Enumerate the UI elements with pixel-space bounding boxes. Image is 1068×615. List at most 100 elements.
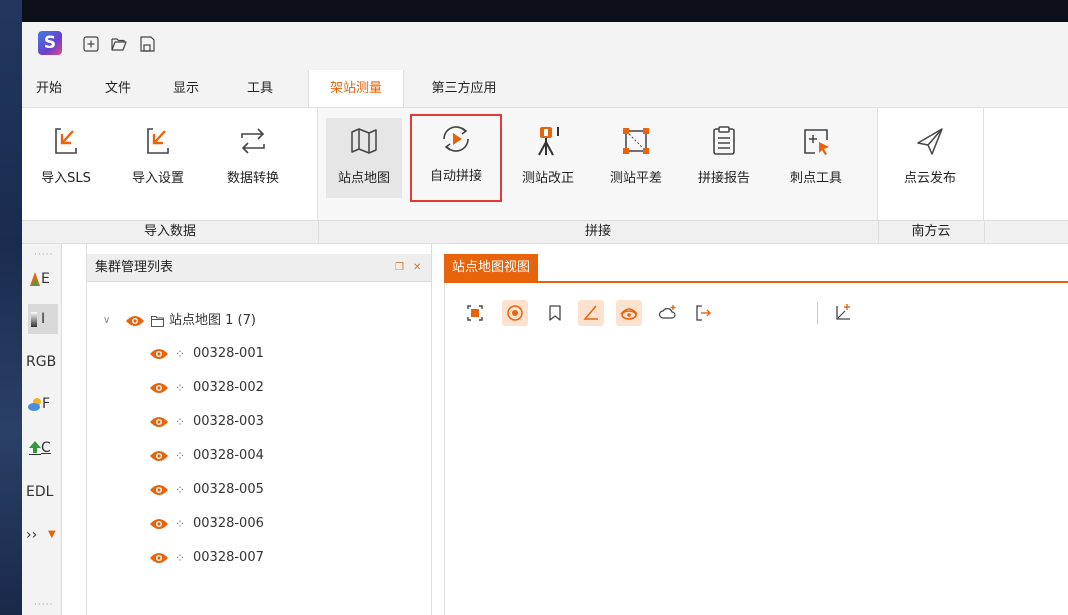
puncture-tool-button[interactable]: 刺点工具 bbox=[778, 118, 854, 198]
intensity-gradient-icon bbox=[31, 312, 37, 327]
visibility-eye-icon[interactable] bbox=[149, 347, 169, 361]
point-cloud-icon: ⁘ bbox=[175, 449, 186, 463]
data-convert-button[interactable]: 数据转换 bbox=[218, 118, 288, 198]
visibility-icon[interactable] bbox=[616, 300, 642, 326]
tree-item-station[interactable]: ⁘ 00328-001 bbox=[149, 343, 409, 365]
grip-handle[interactable]: ····· bbox=[34, 600, 53, 610]
up-arrow-icon bbox=[29, 441, 41, 455]
station-map-view-tab[interactable]: 站点地图视图 bbox=[444, 254, 539, 282]
folder-icon bbox=[151, 316, 164, 327]
rgb-mode-label: RGB bbox=[26, 354, 57, 370]
axis-add-icon[interactable] bbox=[830, 300, 856, 326]
group-label-stitch: 拼接 bbox=[584, 224, 611, 239]
flat-mode-button[interactable]: F bbox=[28, 389, 58, 419]
panel-header: 集群管理列表 ❐ ✕ bbox=[87, 254, 431, 282]
station-label: 00328-006 bbox=[193, 516, 264, 531]
station-map-label: 站点地图 bbox=[337, 171, 390, 186]
tab-station-survey[interactable]: 架站测量 bbox=[308, 70, 404, 108]
tree-root[interactable]: ∨ 站点地图 1 (7) bbox=[103, 310, 423, 332]
import-sls-button[interactable]: 导入SLS bbox=[34, 118, 98, 198]
station-label: 00328-004 bbox=[193, 448, 264, 463]
edl-mode-label: EDL bbox=[26, 484, 54, 500]
stitch-report-button[interactable]: 拼接报告 bbox=[686, 118, 762, 198]
pointcloud-publish-button[interactable]: 点云发布 bbox=[888, 118, 972, 198]
station-adjust-button[interactable]: 测站平差 bbox=[598, 118, 674, 198]
export-icon[interactable] bbox=[690, 300, 716, 326]
flat-mode-label: F bbox=[42, 396, 51, 412]
convert-arrows-icon bbox=[241, 128, 265, 154]
new-icon[interactable] bbox=[82, 35, 100, 53]
visibility-eye-icon[interactable] bbox=[149, 483, 169, 497]
panel-title: 集群管理列表 bbox=[95, 260, 174, 275]
visibility-eye-icon[interactable] bbox=[125, 314, 145, 328]
elevation-mode-button[interactable]: E bbox=[28, 264, 58, 294]
intensity-mode-button[interactable]: I bbox=[28, 304, 58, 334]
station-correct-button[interactable]: 测站改正 bbox=[510, 118, 586, 198]
float-panel-icon[interactable]: ❐ bbox=[395, 254, 404, 282]
tab-display[interactable]: 显示 bbox=[166, 70, 206, 107]
application-window: S 开始 文件 显示 工具 架站测量 第三方应用 导入SLS 导入设置 数据转换… bbox=[22, 22, 1068, 615]
point-cloud-icon: ⁘ bbox=[175, 551, 186, 565]
tab-file[interactable]: 文件 bbox=[98, 70, 138, 107]
tree-item-station[interactable]: ⁘ 00328-003 bbox=[149, 411, 409, 433]
pointcloud-publish-label: 点云发布 bbox=[903, 171, 956, 186]
point-cursor-icon bbox=[804, 129, 829, 155]
data-convert-label: 数据转换 bbox=[226, 171, 279, 186]
tab-start[interactable]: 开始 bbox=[30, 70, 68, 107]
angle-icon[interactable] bbox=[578, 300, 604, 326]
station-map-button[interactable]: 站点地图 bbox=[326, 118, 402, 198]
desktop-background bbox=[0, 0, 22, 615]
edl-mode-button[interactable]: EDL bbox=[26, 477, 56, 507]
visibility-eye-icon[interactable] bbox=[149, 381, 169, 395]
classify-mode-label: C bbox=[41, 440, 51, 456]
tree-item-station[interactable]: ⁘ 00328-006 bbox=[149, 513, 409, 535]
tree-item-station[interactable]: ⁘ 00328-004 bbox=[149, 445, 409, 467]
station-label: 00328-002 bbox=[193, 380, 264, 395]
open-folder-icon[interactable] bbox=[110, 35, 128, 53]
visibility-eye-icon[interactable] bbox=[149, 551, 169, 565]
network-adjust-icon bbox=[623, 128, 649, 154]
toolbar-divider bbox=[817, 302, 818, 324]
add-cloud-icon[interactable] bbox=[654, 300, 680, 326]
quick-access-bar: S bbox=[22, 22, 1068, 70]
station-map-canvas[interactable] bbox=[444, 283, 1068, 615]
save-icon[interactable] bbox=[138, 35, 156, 53]
more-label: ›› bbox=[26, 527, 38, 543]
tree-item-station[interactable]: ⁘ 00328-005 bbox=[149, 479, 409, 501]
elevation-mode-label: E bbox=[41, 271, 50, 287]
visibility-eye-icon[interactable] bbox=[149, 449, 169, 463]
scanner-tripod-icon bbox=[538, 127, 559, 156]
puncture-tool-label: 刺点工具 bbox=[789, 171, 842, 186]
group-label-cloud: 南方云 bbox=[911, 224, 951, 239]
tab-third-party[interactable]: 第三方应用 bbox=[416, 70, 512, 107]
import-settings-button[interactable]: 导入设置 bbox=[126, 118, 190, 198]
report-icon bbox=[713, 126, 735, 155]
close-panel-icon[interactable]: ✕ bbox=[413, 254, 421, 282]
group-divider bbox=[984, 221, 985, 243]
intensity-mode-label: I bbox=[41, 311, 46, 327]
point-cloud-icon: ⁘ bbox=[175, 517, 186, 531]
import-icon bbox=[55, 128, 77, 154]
tree-item-station[interactable]: ⁘ 00328-007 bbox=[149, 547, 409, 569]
visibility-eye-icon[interactable] bbox=[149, 415, 169, 429]
classify-mode-button[interactable]: C bbox=[28, 433, 58, 463]
more-button[interactable]: ›› ▼ bbox=[26, 520, 56, 550]
auto-play-icon bbox=[443, 126, 469, 152]
collapse-arrow-icon[interactable]: ∨ bbox=[103, 310, 110, 332]
station-label: 00328-005 bbox=[193, 482, 264, 497]
visibility-eye-icon[interactable] bbox=[149, 517, 169, 531]
center-icon[interactable] bbox=[502, 300, 528, 326]
rgb-mode-button[interactable]: RGB bbox=[26, 347, 56, 377]
fit-view-icon[interactable] bbox=[462, 300, 488, 326]
tab-tools[interactable]: 工具 bbox=[240, 70, 280, 107]
cluster-management-panel: 集群管理列表 ❐ ✕ ∨ 站点地图 1 (7) ⁘ 00328-001 ⁘ 00… bbox=[86, 244, 432, 615]
point-cloud-icon: ⁘ bbox=[175, 415, 186, 429]
screen-top-edge bbox=[0, 0, 1068, 22]
render-mode-toolbar: ····· E I RGB F C EDL ›› ▼ ····· bbox=[22, 244, 62, 615]
paper-plane-icon bbox=[917, 128, 943, 155]
auto-stitch-button[interactable]: 自动拼接 bbox=[410, 114, 502, 202]
bookmark-icon[interactable] bbox=[542, 300, 568, 326]
tree-item-station[interactable]: ⁘ 00328-002 bbox=[149, 377, 409, 399]
grip-handle[interactable]: ····· bbox=[34, 250, 53, 260]
import-sls-label: 导入SLS bbox=[41, 171, 91, 186]
